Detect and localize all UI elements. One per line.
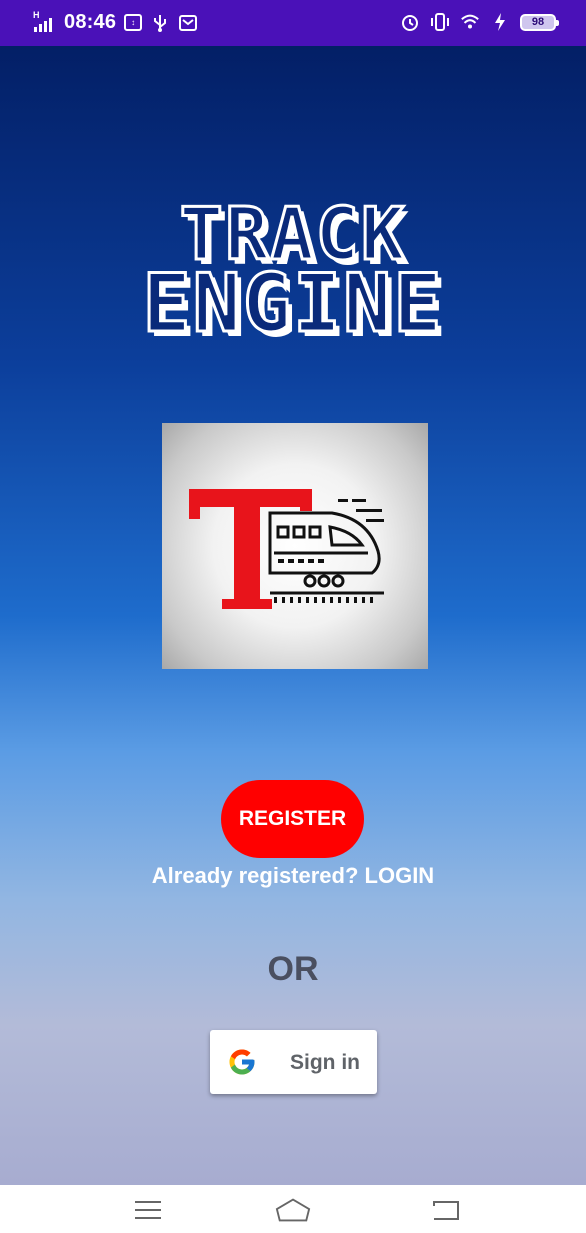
status-right: 98	[400, 12, 559, 32]
google-signin-button[interactable]: Sign in	[210, 1030, 377, 1094]
menu-icon[interactable]	[130, 1195, 166, 1225]
usb-icon	[150, 13, 170, 33]
home-icon[interactable]	[275, 1195, 311, 1225]
signal-icon: H	[32, 9, 56, 34]
charging-icon	[490, 12, 510, 32]
train-logo-icon	[189, 489, 384, 609]
data-saver-icon: ↕	[124, 14, 143, 31]
network-type-label: H	[33, 9, 40, 20]
mail-icon	[178, 13, 198, 33]
navigation-bar	[0, 1185, 586, 1233]
back-icon[interactable]	[428, 1195, 464, 1225]
status-left: H 08:46 ↕	[32, 9, 198, 34]
app-title-line-2: ENGINE	[141, 257, 444, 350]
alarm-icon	[400, 12, 420, 32]
register-button[interactable]: REGISTER	[221, 780, 364, 858]
status-time: 08:46	[64, 11, 117, 33]
login-link[interactable]: Already registered? LOGIN	[0, 863, 586, 889]
status-bar: H 08:46 ↕ 98	[0, 0, 586, 46]
google-signin-label: Sign in	[290, 1051, 360, 1074]
app-screen: TRACK ENGINE REGISTER Already registered…	[0, 46, 586, 1185]
battery-icon: 98	[520, 13, 559, 31]
wifi-icon	[460, 12, 480, 32]
app-logo-image	[162, 423, 428, 669]
or-divider: OR	[267, 950, 319, 988]
vibrate-icon	[430, 12, 450, 32]
google-icon	[227, 1047, 257, 1082]
